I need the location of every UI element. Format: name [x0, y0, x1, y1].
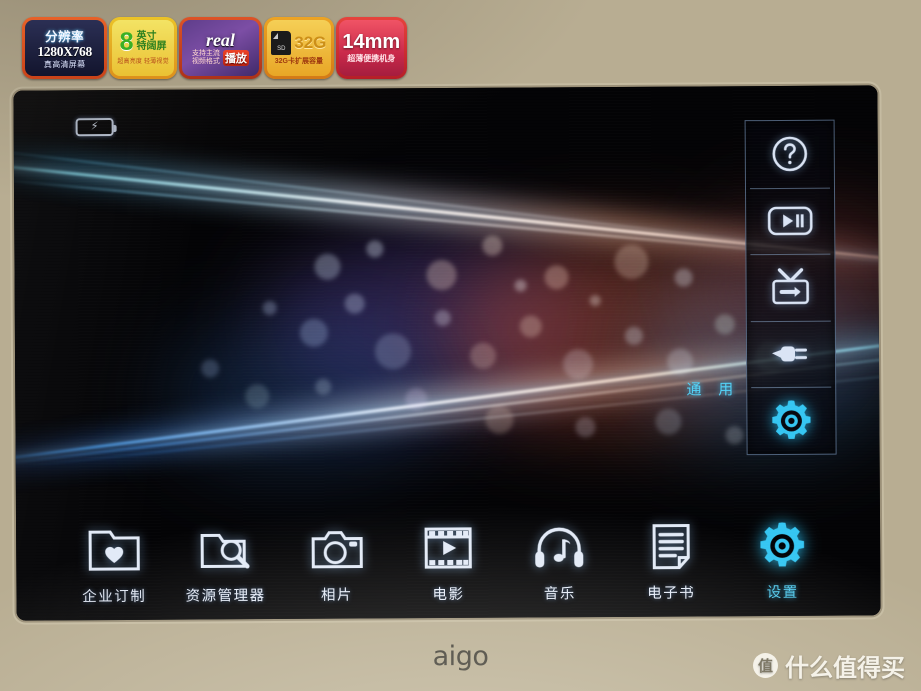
sticker-real-line2: 视频格式: [191, 57, 220, 65]
play-pause-icon: [767, 206, 813, 236]
dock-item-photos[interactable]: 相片: [281, 522, 393, 605]
dock-label-music: 音乐: [543, 586, 576, 603]
device-body: 分辨率 1280X768 真高清屏幕 8 英寸 特阔屏 超高亮度 轻薄视觉 re…: [0, 0, 921, 691]
real-logo: real: [205, 29, 235, 50]
dock-item-movies[interactable]: 电影: [392, 522, 504, 605]
side-item-tv-output[interactable]: [746, 254, 834, 321]
film-play-icon: [422, 522, 474, 574]
watermark-logo-icon: 值: [753, 653, 778, 678]
sticker-resolution-value: 1280X768: [37, 44, 92, 59]
display-screen[interactable]: ⚡ 通 用 企业订制 资源管理器 相片 电影 音乐 电子书 设置: [13, 85, 881, 621]
sticker-real-line1: 支持主流: [191, 49, 220, 57]
battery-bolt-glyph: ⚡: [90, 120, 99, 133]
side-item-help[interactable]: [746, 121, 834, 188]
side-item-power[interactable]: [747, 320, 835, 387]
spec-sticker-strip: 分辨率 1280X768 真高清屏幕 8 英寸 特阔屏 超高亮度 轻薄视觉 re…: [22, 17, 407, 79]
sticker-sd-capacity: 32G: [294, 32, 327, 52]
document-lines-icon: [647, 520, 695, 572]
sticker-screen-size: 8 英寸 特阔屏 超高亮度 轻薄视觉: [109, 17, 177, 79]
dock-item-music[interactable]: 音乐: [504, 521, 616, 604]
tv-output-icon: [772, 268, 809, 305]
screen-bezel: ⚡ 通 用 企业订制 资源管理器 相片 电影 音乐 电子书 设置: [13, 85, 881, 621]
sticker-sd-sub: 32G卡扩展容量: [274, 57, 323, 65]
side-item-general-settings[interactable]: [747, 387, 835, 454]
folder-search-icon: [197, 523, 253, 575]
dock-label-photos: 相片: [320, 587, 354, 604]
battery-charging-icon: ⚡: [75, 118, 114, 137]
dock-item-settings[interactable]: 设置: [727, 520, 839, 603]
gear-settings-icon: [755, 520, 809, 572]
app-dock[interactable]: 企业订制 资源管理器 相片 电影 音乐 电子书 设置: [16, 486, 881, 606]
power-plug-icon: [772, 346, 808, 362]
sticker-real-format: real 支持主流 视频格式 播放: [178, 17, 263, 79]
sticker-real-badge: 播放: [222, 49, 249, 66]
folder-heart-icon: [86, 524, 142, 576]
sticker-screen-size-number: 8: [119, 27, 134, 56]
dock-item-enterprise[interactable]: 企业订制: [58, 524, 170, 607]
dock-item-ebook[interactable]: 电子书: [615, 520, 727, 603]
general-mode-label: 通 用: [686, 380, 740, 399]
dock-label-ebook: 电子书: [647, 585, 696, 602]
watermark-text: 什么值得买: [785, 654, 905, 682]
dock-label-file-manager: 资源管理器: [185, 588, 266, 605]
sticker-thickness-sub: 超薄便携机身: [347, 54, 396, 63]
headphones-music-icon: [531, 521, 587, 573]
sd-card-icon: SD: [271, 30, 292, 55]
camera-icon: [309, 523, 365, 575]
sticker-screen-size-sub: 超高亮度 轻薄视觉: [117, 59, 169, 66]
sticker-screen-size-type: 特阔屏: [136, 41, 167, 52]
sticker-thickness: 14mm 超薄便携机身: [335, 17, 407, 79]
dock-label-settings: 设置: [766, 584, 799, 602]
sticker-resolution-sub: 真高清屏幕: [43, 60, 86, 69]
sticker-resolution: 分辨率 1280X768 真高清屏幕: [22, 17, 108, 79]
watermark: 值 什么值得买: [753, 648, 905, 683]
sticker-thickness-value: 14mm: [342, 31, 401, 53]
sticker-sd-card: SD 32G 32G卡扩展容量: [264, 17, 334, 79]
side-item-play-pause[interactable]: [746, 187, 834, 254]
dock-item-file-manager[interactable]: 资源管理器: [169, 523, 281, 606]
help-question-icon: [772, 136, 808, 172]
sticker-resolution-title: 分辨率: [45, 30, 85, 44]
gear-settings-icon: [772, 400, 811, 439]
side-control-panel[interactable]: [744, 119, 837, 456]
dock-label-enterprise: 企业订制: [82, 588, 147, 606]
sd-card-label: SD: [277, 45, 286, 52]
dock-label-movies: 电影: [432, 586, 465, 604]
